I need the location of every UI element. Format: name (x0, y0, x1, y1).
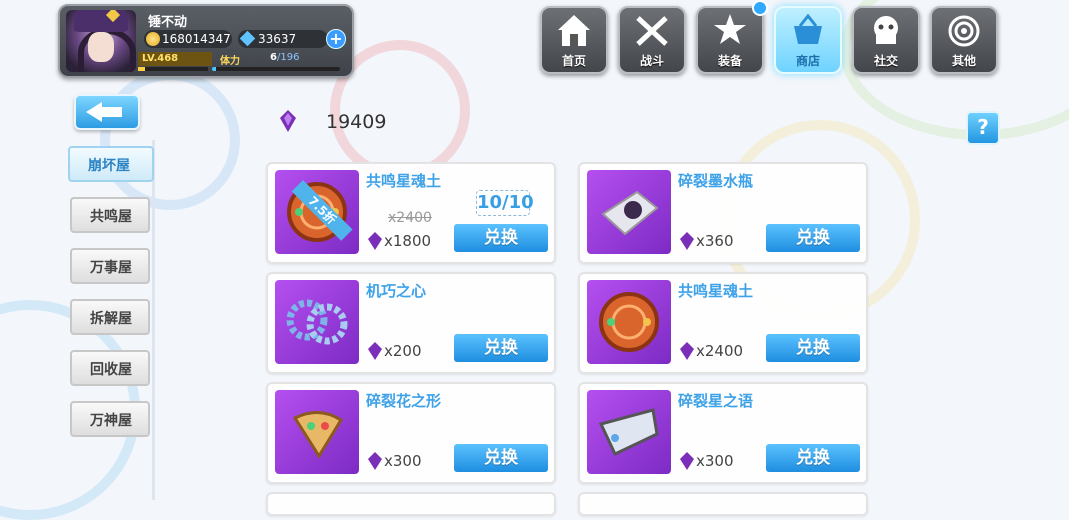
item-price: x200 (384, 342, 422, 360)
purple-gem-icon (680, 342, 694, 360)
shop-item-card[interactable]: 机巧之心 x200 兑换 (266, 272, 556, 374)
sidebar-divider (152, 140, 155, 500)
gold-value: 168014347 (162, 32, 231, 46)
item-price: x2400 (696, 342, 744, 360)
purple-gem-icon (368, 232, 382, 250)
nav-equipment-label: 装备 (717, 54, 742, 68)
crossed-swords-icon (636, 16, 668, 46)
xp-fill (138, 67, 145, 71)
back-button[interactable] (74, 94, 140, 130)
avatar[interactable] (66, 10, 136, 72)
ghost-icon (874, 16, 898, 44)
exchange-button[interactable]: 兑换 (454, 334, 548, 362)
star-gun-icon (714, 14, 746, 44)
stamina-value: 6/196 (270, 52, 299, 63)
tab-wanshi[interactable]: 万事屋 (70, 248, 150, 284)
stamina-max: /196 (276, 52, 300, 63)
item-thumbnail (587, 390, 671, 474)
shop-item-card[interactable]: 碎裂星之语 x300 兑换 (578, 382, 868, 484)
item-price: x360 (696, 232, 734, 250)
exchange-button[interactable]: 兑换 (766, 334, 860, 362)
ink-bottle-icon (601, 190, 659, 236)
exchange-button[interactable]: 兑换 (454, 224, 548, 252)
shop-item-card[interactable]: 共鸣星魂土 x2400 兑换 (578, 272, 868, 374)
player-name: 锤不动 (148, 15, 188, 30)
nav-shop[interactable]: 商店 (774, 6, 842, 74)
nav-battle-label: 战斗 (639, 54, 664, 68)
item-thumbnail (587, 170, 671, 254)
diamond-value: 33637 (258, 32, 297, 46)
exchange-button[interactable]: 兑换 (766, 444, 860, 472)
fan-shard-icon (292, 411, 344, 459)
nav-equipment[interactable]: 装备 (696, 6, 764, 74)
stamina-bar (212, 67, 340, 71)
gear-icon (286, 299, 348, 345)
purple-gem-icon (680, 452, 694, 470)
nav-social[interactable]: 社交 (852, 6, 920, 74)
nav-social-label: 社交 (873, 54, 898, 68)
stamina-fill (212, 67, 216, 71)
item-price: x1800 (384, 232, 432, 250)
item-name: 共鸣星魂土 (678, 282, 754, 300)
shop-item-card-partial[interactable] (266, 492, 556, 516)
original-price: x2400 (388, 210, 432, 226)
tab-wanshen[interactable]: 万神屋 (70, 401, 150, 437)
house-icon (558, 15, 590, 46)
item-thumbnail (275, 280, 359, 364)
shop-item-card-partial[interactable] (578, 492, 868, 516)
item-name: 碎裂墨水瓶 (678, 172, 754, 190)
stamina-label: 体力 (220, 56, 240, 67)
currency-value: 19409 (326, 111, 387, 133)
shop-item-card[interactable]: 7.5折 共鸣星魂土 10/10 x2400 x1800 兑换 (266, 162, 556, 264)
gold-coin-icon (146, 32, 160, 46)
nav-other[interactable]: 其他 (930, 6, 998, 74)
stamina-current: 6 (270, 52, 277, 63)
item-thumbnail (275, 390, 359, 474)
item-price: x300 (696, 452, 734, 470)
item-name: 机巧之心 (366, 282, 427, 300)
nav-home[interactable]: 首页 (540, 6, 608, 74)
purchase-limit: 10/10 (476, 190, 534, 216)
background-ring (100, 70, 240, 210)
purple-gem-icon (368, 452, 382, 470)
target-icon (948, 15, 980, 47)
xp-bar (138, 67, 208, 71)
basket-icon (794, 13, 822, 44)
nav-home-label: 首页 (561, 54, 586, 68)
tab-chaijie[interactable]: 拆解屋 (70, 299, 150, 335)
shop-item-card[interactable]: 碎裂墨水瓶 x360 兑换 (578, 162, 868, 264)
item-name: 碎裂星之语 (678, 392, 754, 410)
tab-benghuai[interactable]: 崩坏屋 (68, 146, 154, 182)
player-panel[interactable]: 锤不动 168014347 33637 + LV.468 体力 6/196 (58, 4, 354, 78)
exchange-button[interactable]: 兑换 (454, 444, 548, 472)
disc-icon (599, 292, 659, 352)
nav-other-label: 其他 (951, 54, 976, 68)
nav-shop-label: 商店 (795, 54, 820, 68)
tab-huishou[interactable]: 回收屋 (70, 350, 150, 386)
shop-item-card[interactable]: 碎裂花之形 x300 兑换 (266, 382, 556, 484)
item-thumbnail (587, 280, 671, 364)
notification-dot (752, 0, 768, 16)
item-thumbnail: 7.5折 (275, 170, 359, 254)
item-price: x300 (384, 452, 422, 470)
shard-icon (598, 408, 659, 457)
add-currency-button[interactable]: + (326, 29, 346, 49)
nav-battle[interactable]: 战斗 (618, 6, 686, 74)
help-button[interactable]: ? (966, 111, 1000, 145)
tab-gongming[interactable]: 共鸣屋 (70, 197, 150, 233)
item-name: 共鸣星魂土 (366, 172, 442, 190)
purple-gem-icon (280, 110, 296, 132)
level-label: LV.468 (138, 52, 212, 66)
exchange-button[interactable]: 兑换 (766, 224, 860, 252)
purple-gem-icon (368, 342, 382, 360)
purple-gem-icon (680, 232, 694, 250)
item-name: 碎裂花之形 (366, 392, 442, 410)
